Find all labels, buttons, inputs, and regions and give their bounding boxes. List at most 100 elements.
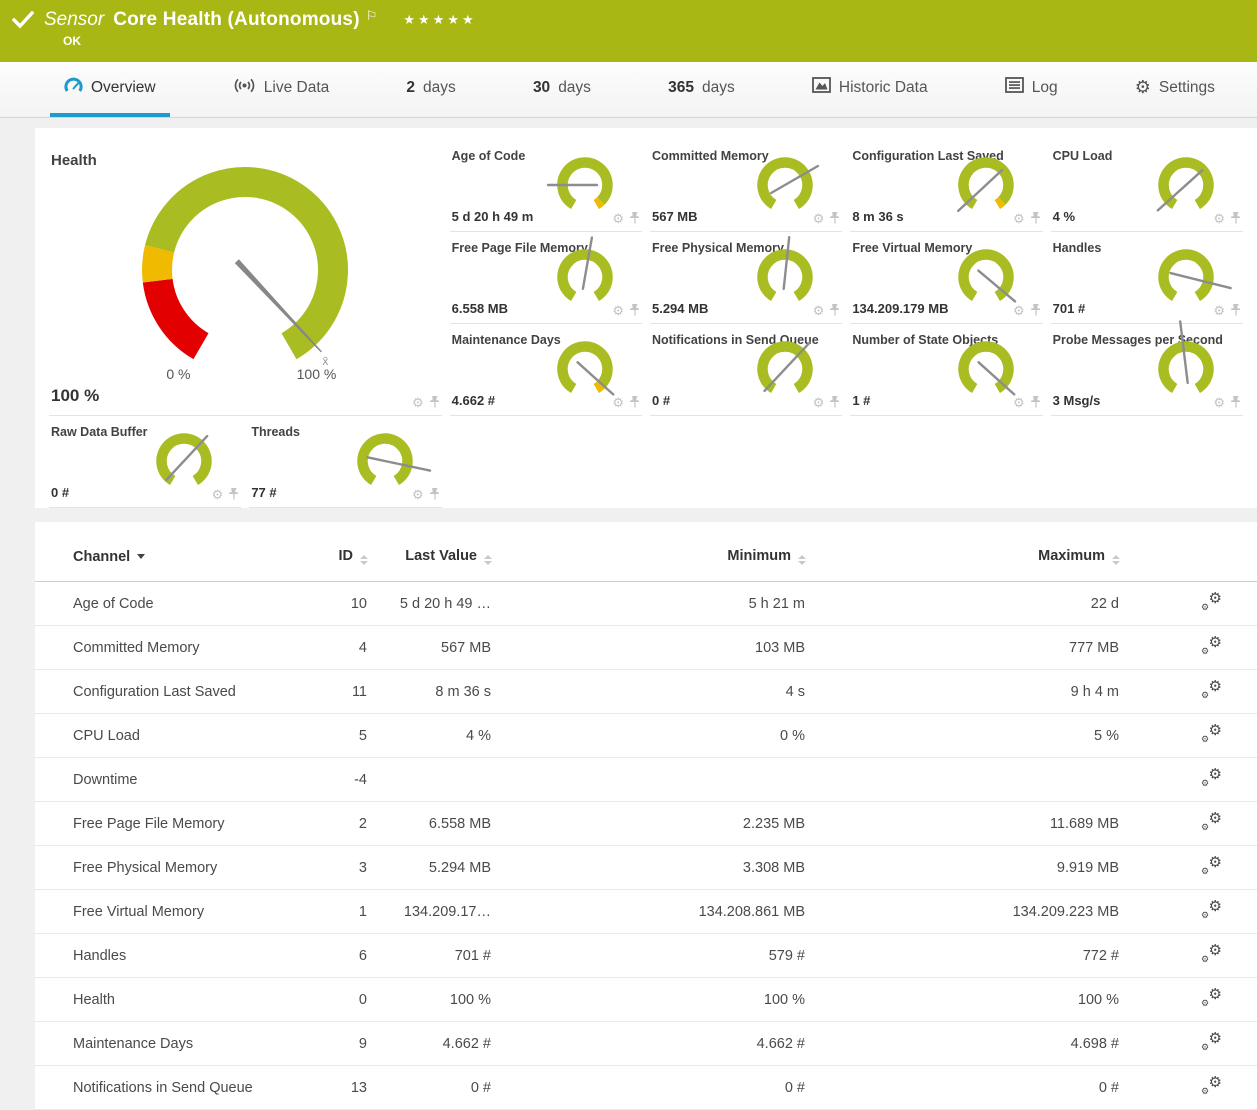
channel-row-health[interactable]: Health0100 %100 %100 %⚙⚙ [35, 978, 1257, 1022]
column-header-maximum[interactable]: Maximum [806, 548, 1120, 582]
gauge-pin-icon[interactable] [430, 488, 440, 501]
channel-name[interactable]: Maintenance Days [35, 1022, 308, 1066]
gauge-title: Raw Data Buffer [51, 425, 148, 439]
channel-settings-gear-icon[interactable]: ⚙⚙ [1201, 989, 1222, 1007]
sort-toggle-icon [1112, 555, 1120, 565]
gauge-pin-icon[interactable] [630, 396, 640, 409]
channel-settings-gear-icon[interactable]: ⚙⚙ [1201, 1077, 1222, 1095]
channel-name[interactable]: Free Page File Memory [35, 802, 308, 846]
tab-historic-data[interactable]: Historic Data [798, 62, 942, 117]
gauge-settings-gear-icon[interactable]: ⚙ [212, 488, 224, 501]
gauge-settings-gear-icon[interactable]: ⚙ [612, 304, 624, 317]
channel-settings-gear-icon[interactable]: ⚙⚙ [1201, 945, 1222, 963]
channel-row-age-of-code[interactable]: Age of Code105 d 20 h 49 …5 h 21 m22 d⚙⚙ [35, 582, 1257, 626]
channel-gauge [546, 337, 624, 401]
channel-row-cpu-load[interactable]: CPU Load54 %0 %5 %⚙⚙ [35, 714, 1257, 758]
gauge-settings-gear-icon[interactable]: ⚙ [1013, 396, 1025, 409]
gauge-pin-icon[interactable] [430, 396, 440, 409]
channel-name[interactable]: Handles [35, 934, 308, 978]
channel-row-notifications-in-send-queue[interactable]: Notifications in Send Queue130 #0 #0 #⚙⚙ [35, 1066, 1257, 1110]
priority-stars[interactable]: ★★★★★ [403, 12, 476, 28]
channel-gauge [145, 429, 223, 493]
gauge-settings-gear-icon[interactable]: ⚙ [1213, 212, 1225, 225]
channel-row-handles[interactable]: Handles6701 #579 #772 #⚙⚙ [35, 934, 1257, 978]
channel-settings-gear-icon[interactable]: ⚙⚙ [1201, 593, 1222, 611]
column-header-id[interactable]: ID [308, 548, 368, 582]
channel-settings-gear-icon[interactable]: ⚙⚙ [1201, 769, 1222, 787]
channel-settings-gear-icon[interactable]: ⚙⚙ [1201, 857, 1222, 875]
tab-log[interactable]: Log [991, 62, 1072, 117]
channel-settings-gear-icon[interactable]: ⚙⚙ [1201, 901, 1222, 919]
tab-days-2[interactable]: 2days [392, 62, 469, 117]
tab-days-365[interactable]: 365days [654, 62, 749, 117]
gauges-panel: Health x̄ 0 % 100 % 100 % ⚙ Age of Code5… [35, 128, 1257, 508]
channel-row-configuration-last-saved[interactable]: Configuration Last Saved118 m 36 s4 s9 h… [35, 670, 1257, 714]
gauge-settings-gear-icon[interactable]: ⚙ [412, 488, 424, 501]
tab-settings[interactable]: ⚙Settings [1121, 62, 1229, 117]
health-gauge-tile: Health x̄ 0 % 100 % 100 % ⚙ [49, 140, 442, 416]
gauge-settings-gear-icon[interactable]: ⚙ [813, 212, 825, 225]
channel-row-free-physical-memory[interactable]: Free Physical Memory35.294 MB3.308 MB9.9… [35, 846, 1257, 890]
pin-icon [630, 396, 640, 409]
channel-name[interactable]: Committed Memory [35, 626, 308, 670]
channel-settings-gear-icon[interactable]: ⚙⚙ [1201, 813, 1222, 831]
gauge-value: 5.294 MB [652, 301, 708, 316]
gauge-pin-icon[interactable] [1031, 396, 1041, 409]
channel-last-value: 5.294 MB [368, 846, 492, 890]
gauge-tile-handles: Handles701 #⚙ [1051, 232, 1243, 324]
gauge-pin-icon[interactable] [1231, 304, 1241, 317]
gauge-settings-gear-icon[interactable]: ⚙ [1013, 304, 1025, 317]
gauge-pin-icon[interactable] [830, 304, 840, 317]
gauge-settings-gear-icon[interactable]: ⚙ [1213, 396, 1225, 409]
live-icon [233, 77, 256, 99]
column-header-channel[interactable]: Channel [35, 548, 308, 582]
channel-settings-gear-icon[interactable]: ⚙⚙ [1201, 725, 1222, 743]
gauge-pin-icon[interactable] [1031, 212, 1041, 225]
channel-name[interactable]: Free Virtual Memory [35, 890, 308, 934]
tab-days-30[interactable]: 30days [519, 62, 605, 117]
channel-row-committed-memory[interactable]: Committed Memory4567 MB103 MB777 MB⚙⚙ [35, 626, 1257, 670]
gauge-pin-icon[interactable] [830, 212, 840, 225]
channel-row-free-virtual-memory[interactable]: Free Virtual Memory1134.209.17…134.208.8… [35, 890, 1257, 934]
channel-name[interactable]: Configuration Last Saved [35, 670, 308, 714]
channel-row-downtime[interactable]: Downtime-4⚙⚙ [35, 758, 1257, 802]
gauge-pin-icon[interactable] [1031, 304, 1041, 317]
gauge-pin-icon[interactable] [630, 212, 640, 225]
column-header-minimum[interactable]: Minimum [492, 548, 806, 582]
column-header-last-value[interactable]: Last Value [368, 548, 492, 582]
channel-name[interactable]: CPU Load [35, 714, 308, 758]
channel-row-maintenance-days[interactable]: Maintenance Days94.662 #4.662 #4.698 #⚙⚙ [35, 1022, 1257, 1066]
sort-toggle-icon [360, 555, 368, 565]
gauge-pin-icon[interactable] [1231, 396, 1241, 409]
channel-settings-gear-icon[interactable]: ⚙⚙ [1201, 1033, 1222, 1051]
gauge-pin-icon[interactable] [830, 396, 840, 409]
channel-settings-gear-icon[interactable]: ⚙⚙ [1201, 681, 1222, 699]
channel-name[interactable]: Health [35, 978, 308, 1022]
channel-name[interactable]: Free Physical Memory [35, 846, 308, 890]
gauge-pin-icon[interactable] [630, 304, 640, 317]
channel-id: 13 [308, 1066, 368, 1110]
channel-name[interactable]: Downtime [35, 758, 308, 802]
channel-last-value: 0 # [368, 1066, 492, 1110]
channel-row-free-page-file-memory[interactable]: Free Page File Memory26.558 MB2.235 MB11… [35, 802, 1257, 846]
channel-last-value: 4.662 # [368, 1022, 492, 1066]
gauge-settings-gear-icon[interactable]: ⚙ [612, 212, 624, 225]
tab-live-data[interactable]: Live Data [219, 62, 343, 117]
channel-last-value: 567 MB [368, 626, 492, 670]
gauge-pin-icon[interactable] [1231, 212, 1241, 225]
gauge-settings-gear-icon[interactable]: ⚙ [1013, 212, 1025, 225]
channel-minimum: 0 % [492, 714, 806, 758]
gauge-value: 134.209.179 MB [852, 301, 948, 316]
flag-icon[interactable]: ⚐ [366, 9, 378, 22]
tab-overview[interactable]: Overview [50, 62, 170, 117]
gauge-settings-gear-icon[interactable]: ⚙ [1213, 304, 1225, 317]
channel-gauge [947, 337, 1025, 401]
gauge-settings-gear-icon[interactable]: ⚙ [612, 396, 624, 409]
gauge-settings-gear-icon[interactable]: ⚙ [813, 396, 825, 409]
gauge-settings-gear-icon[interactable]: ⚙ [813, 304, 825, 317]
channel-name[interactable]: Notifications in Send Queue [35, 1066, 308, 1110]
channel-settings-gear-icon[interactable]: ⚙⚙ [1201, 637, 1222, 655]
channel-name[interactable]: Age of Code [35, 582, 308, 626]
gauge-pin-icon[interactable] [229, 488, 239, 501]
gauge-settings-gear-icon[interactable]: ⚙ [412, 396, 424, 409]
